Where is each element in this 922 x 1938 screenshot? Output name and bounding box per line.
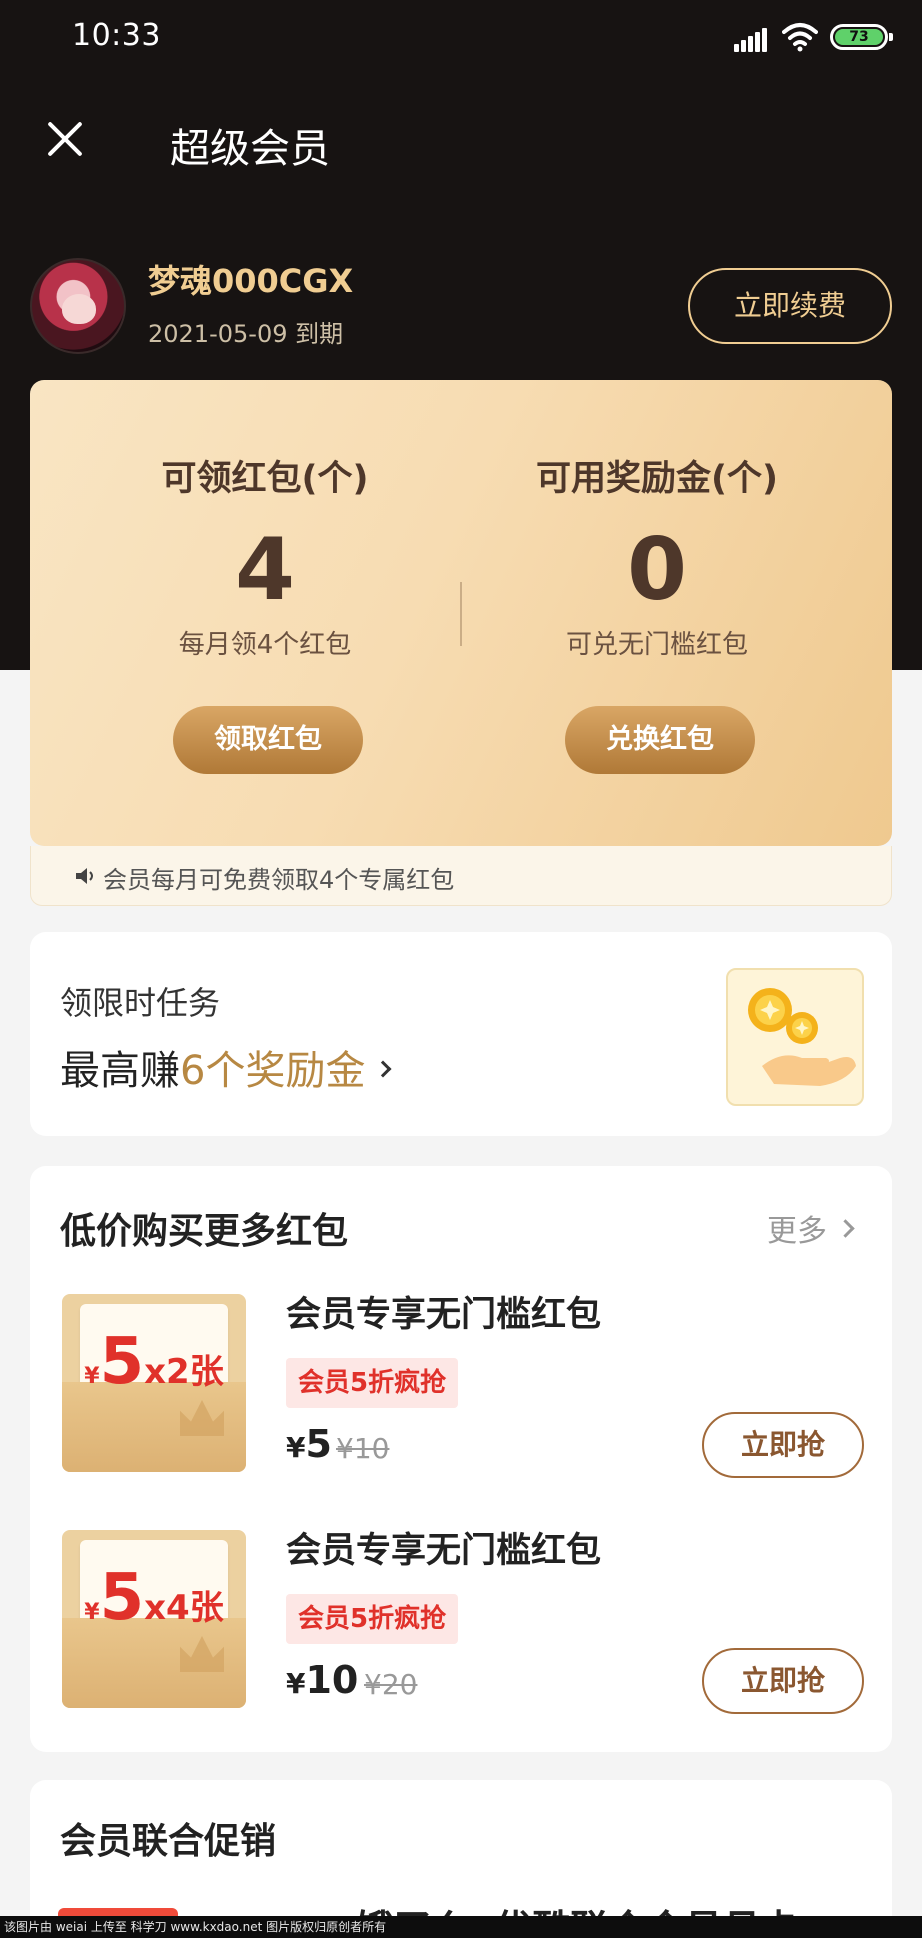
battery-icon: 73 <box>830 24 893 50</box>
username: 梦魂000CGX <box>148 262 354 300</box>
benefits-card: 可领红包(个) 4 每月领4个红包 领取红包 可用奖励金(个) 0 可兑无门槛红… <box>30 380 892 846</box>
bonus-count: 0 <box>627 520 687 620</box>
promo-card: 会员联合促销 饿了么x优酷联合会员月卡 <box>30 1780 892 1938</box>
promo-title: 会员联合促销 <box>60 1821 277 1862</box>
product-name: 会员专享无门槛红包 <box>286 1295 602 1335</box>
more-link[interactable]: 更多 <box>767 1206 855 1250</box>
signal-icon <box>734 26 768 52</box>
task-label: 领限时任务 <box>60 984 221 1022</box>
claim-red-packet-button[interactable]: 领取红包 <box>173 706 363 774</box>
status-bar: 10:33 73 <box>0 0 922 80</box>
coins-hand-icon <box>726 968 864 1106</box>
close-icon[interactable] <box>44 118 86 160</box>
status-time: 10:33 <box>72 18 161 53</box>
renew-button[interactable]: 立即续费 <box>688 268 892 344</box>
grab-button[interactable]: 立即抢 <box>702 1412 864 1478</box>
original-price: ¥10 <box>336 1432 390 1465</box>
red-packets-sub: 每月领4个红包 <box>178 630 352 660</box>
page-title: 超级会员 <box>170 126 330 172</box>
bonus-label: 可用奖励金(个) <box>536 459 778 499</box>
product-name: 会员专享无门槛红包 <box>286 1531 602 1571</box>
envelope-label: ¥5x4张 <box>84 1561 224 1635</box>
red-envelope-image: ¥5x2张 <box>62 1294 246 1472</box>
product-price: ¥5 <box>286 1422 332 1466</box>
product-price: ¥10 <box>286 1658 359 1702</box>
task-reward-highlight: 6个奖励金 <box>180 1048 366 1094</box>
envelope-label: ¥5x2张 <box>84 1325 224 1399</box>
red-packets-count: 4 <box>235 520 295 620</box>
more-label: 更多 <box>767 1214 827 1249</box>
notice-bar: 会员每月可免费领取4个专属红包 <box>30 846 892 906</box>
task-card[interactable]: 领限时任务 最高赚6个奖励金 <box>30 932 892 1136</box>
buy-more-card: 低价购买更多红包 更多 ¥5x2张 会员专享无门槛红包 会员5折疯抢 ¥5 ¥1… <box>30 1166 892 1752</box>
avatar[interactable] <box>30 258 126 354</box>
red-packets-label: 可领红包(个) <box>161 459 369 499</box>
notice-text: 会员每月可免费领取4个专属红包 <box>103 866 455 894</box>
original-price: ¥20 <box>364 1668 418 1701</box>
speaker-icon <box>76 868 93 884</box>
grab-button[interactable]: 立即抢 <box>702 1648 864 1714</box>
expire-date: 2021-05-09 到期 <box>148 320 344 348</box>
discount-tag: 会员5折疯抢 <box>286 1358 459 1408</box>
red-envelope-image: ¥5x4张 <box>62 1530 246 1708</box>
product-item: ¥5x2张 会员专享无门槛红包 会员5折疯抢 ¥5 ¥10 立即抢 <box>30 1286 892 1486</box>
chevron-right-icon <box>374 1060 392 1078</box>
task-reward[interactable]: 最高赚6个奖励金 <box>60 1038 392 1096</box>
bonus-sub: 可兑无门槛红包 <box>565 630 748 660</box>
discount-tag: 会员5折疯抢 <box>286 1594 459 1644</box>
wifi-icon <box>782 23 818 52</box>
chevron-right-icon <box>836 1219 855 1238</box>
buy-section-title: 低价购买更多红包 <box>60 1211 349 1252</box>
exchange-red-packet-button[interactable]: 兑换红包 <box>565 706 755 774</box>
product-item: ¥5x4张 会员专享无门槛红包 会员5折疯抢 ¥10 ¥20 立即抢 <box>30 1522 892 1722</box>
watermark: 该图片由 weiai 上传至 科学刀 www.kxdao.net 图片版权归原创… <box>0 1916 922 1938</box>
task-reward-prefix: 最高赚 <box>60 1048 180 1094</box>
battery-level: 73 <box>835 29 883 45</box>
